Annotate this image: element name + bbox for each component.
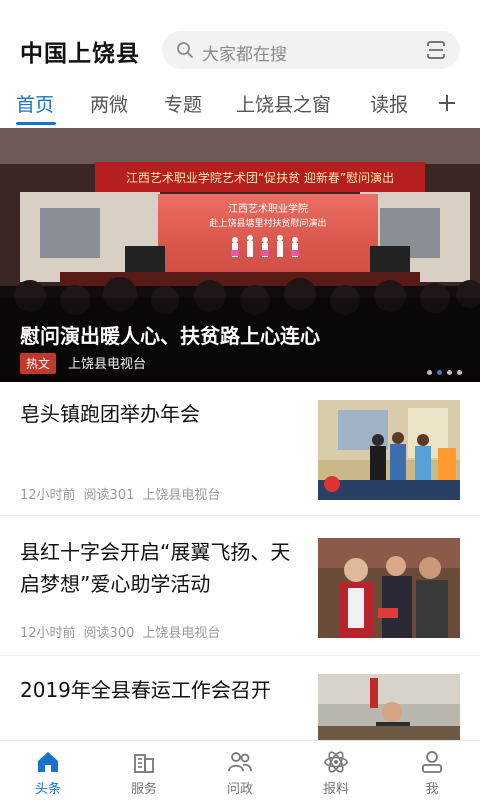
nav-inquiry[interactable]: 问政 xyxy=(210,749,270,797)
carousel-dot xyxy=(447,370,452,375)
news-thumbnail xyxy=(318,400,460,500)
nav-me[interactable]: 我 xyxy=(402,749,462,797)
news-item[interactable]: 2019年全县春运工作会召开 xyxy=(0,656,480,740)
news-item[interactable]: 皂头镇跑团举办年会 12小时前 阅读301 上饶县电视台 xyxy=(0,382,480,516)
news-item[interactable]: 县红十字会开启“展翼飞扬、天启梦想”爱心助学活动 12小时前 阅读300 上饶县电视… xyxy=(0,516,480,656)
nav-label: 报料 xyxy=(322,782,349,797)
news-reads: 阅读300 xyxy=(83,626,135,641)
banner-slogan: 江西艺术职业学院艺术团“促扶贫 迎新春”慰问演出 xyxy=(126,170,394,185)
nav-label: 头条 xyxy=(34,782,61,797)
stage-text-1: 江西艺术职业学院 xyxy=(228,202,308,215)
bottom-tab-bar: 头条 服务 问政 报料 我 xyxy=(0,740,480,800)
search-placeholder: 大家都在搜 xyxy=(202,45,287,65)
news-time: 12小时前 xyxy=(20,488,76,503)
carousel-dot-active xyxy=(437,370,442,375)
carousel-indicator xyxy=(422,360,462,375)
active-tab-indicator xyxy=(16,122,56,125)
nav-report[interactable]: 报料 xyxy=(306,749,366,797)
nav-headlines[interactable]: 头条 xyxy=(18,749,78,797)
tab-county-window[interactable]: 上饶县之窗 xyxy=(236,90,331,117)
people-icon xyxy=(228,752,252,772)
search-bar[interactable]: 大家都在搜 xyxy=(162,31,460,69)
news-title: 2019年全县春运工作会召开 xyxy=(20,678,271,702)
tab-newspaper[interactable]: 读报 xyxy=(370,90,408,117)
search-icon xyxy=(177,42,193,58)
tab-topics[interactable]: 专题 xyxy=(164,90,202,117)
news-reads: 阅读301 xyxy=(83,488,135,503)
news-source: 上饶县电视台 xyxy=(142,626,221,641)
news-meta: 12小时前 阅读300 上饶县电视台 xyxy=(20,622,228,641)
news-title: 县红十字会开启“展翼飞扬、天启梦想”爱心助学活动 xyxy=(20,540,291,596)
banner-title: 慰问演出暖人心、扶贫路上心连心 xyxy=(20,324,320,348)
news-source: 上饶县电视台 xyxy=(142,488,221,503)
app-header: 中国上饶县 大家都在搜 xyxy=(0,0,480,84)
banner-source: 上饶县电视台 xyxy=(68,357,147,372)
nav-services[interactable]: 服务 xyxy=(114,749,174,797)
home-icon xyxy=(38,752,58,772)
nav-label: 服务 xyxy=(130,782,157,797)
app-title: 中国上饶县 xyxy=(20,41,140,67)
featured-banner[interactable]: 江西艺术职业学院艺术团“促扶贫 迎新春”慰问演出 江西艺术职业学院 赴上饶县塘里… xyxy=(0,128,480,382)
news-meta: 12小时前 阅读301 上饶县电视台 xyxy=(20,484,228,503)
atom-icon xyxy=(324,751,348,773)
stage-text-2: 赴上饶县塘里村扶贫慰问演出 xyxy=(209,217,326,229)
scan-icon[interactable] xyxy=(426,40,446,60)
news-title: 皂头镇跑团举办年会 xyxy=(20,402,200,426)
carousel-dot xyxy=(457,370,462,375)
building-icon xyxy=(134,754,154,773)
news-thumbnail xyxy=(318,674,460,740)
news-thumbnail xyxy=(318,538,460,638)
carousel-dot xyxy=(427,370,432,375)
tab-home[interactable]: 首页 xyxy=(16,90,54,117)
news-time: 12小时前 xyxy=(20,626,76,641)
hot-tag: 热文 xyxy=(20,353,57,374)
user-icon xyxy=(422,751,442,773)
nav-label: 问政 xyxy=(226,782,253,797)
tab-two-micro[interactable]: 两微 xyxy=(90,90,128,117)
nav-label: 我 xyxy=(425,782,439,797)
category-tabs: 首页 两微 专题 上饶县之窗 读报 xyxy=(0,84,480,128)
add-channel-icon[interactable] xyxy=(436,92,458,114)
